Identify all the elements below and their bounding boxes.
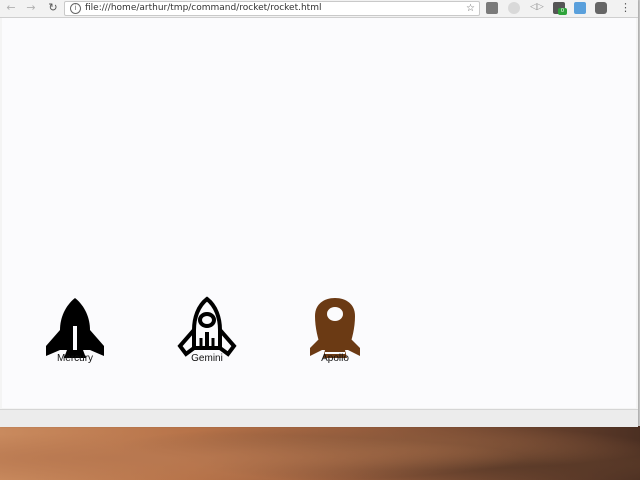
apollo-rocket-icon bbox=[310, 298, 360, 358]
forward-button[interactable]: → bbox=[24, 1, 38, 15]
url-text[interactable]: file:///home/arthur/tmp/command/rocket/r… bbox=[85, 2, 321, 15]
rocket-label: Gemini bbox=[191, 353, 223, 364]
extension-circle-icon[interactable] bbox=[508, 2, 520, 14]
rocket-label: Apollo bbox=[321, 353, 349, 364]
forward-arrow-icon: → bbox=[26, 1, 36, 14]
menu-icon[interactable]: ⋮ bbox=[620, 2, 631, 14]
extension-arrows-icon[interactable]: ◁▷ bbox=[530, 1, 544, 13]
rocket-gemini[interactable]: Gemini bbox=[172, 296, 242, 372]
extension-blue-icon[interactable] bbox=[574, 2, 586, 14]
reload-button[interactable]: ↻ bbox=[46, 1, 60, 15]
browser-window: ← → ↻ i file:///home/arthur/tmp/command/… bbox=[0, 0, 638, 427]
reload-icon: ↻ bbox=[48, 1, 58, 14]
back-arrow-icon: ← bbox=[6, 1, 16, 14]
star-icon[interactable]: ☆ bbox=[466, 2, 475, 15]
extension-pocket-icon[interactable] bbox=[595, 2, 607, 14]
extension-badge-count: 0 bbox=[558, 8, 567, 15]
rocket-apollo[interactable]: Apollo bbox=[300, 296, 370, 372]
browser-bottom-bar bbox=[0, 409, 638, 427]
browser-toolbar: ← → ↻ i file:///home/arthur/tmp/command/… bbox=[0, 0, 638, 18]
mercury-rocket-icon bbox=[46, 298, 104, 358]
extension-camera-icon[interactable] bbox=[486, 2, 498, 14]
gemini-rocket-icon bbox=[177, 296, 237, 357]
back-button[interactable]: ← bbox=[4, 1, 18, 15]
extension-badge-icon[interactable]: 0 bbox=[553, 2, 567, 15]
info-icon[interactable]: i bbox=[70, 3, 81, 14]
desktop-wallpaper bbox=[0, 426, 640, 480]
rocket-label: Mercury bbox=[56, 353, 94, 364]
rocket-mercury[interactable]: Mercury bbox=[40, 296, 110, 372]
address-bar[interactable]: i file:///home/arthur/tmp/command/rocket… bbox=[64, 1, 480, 16]
